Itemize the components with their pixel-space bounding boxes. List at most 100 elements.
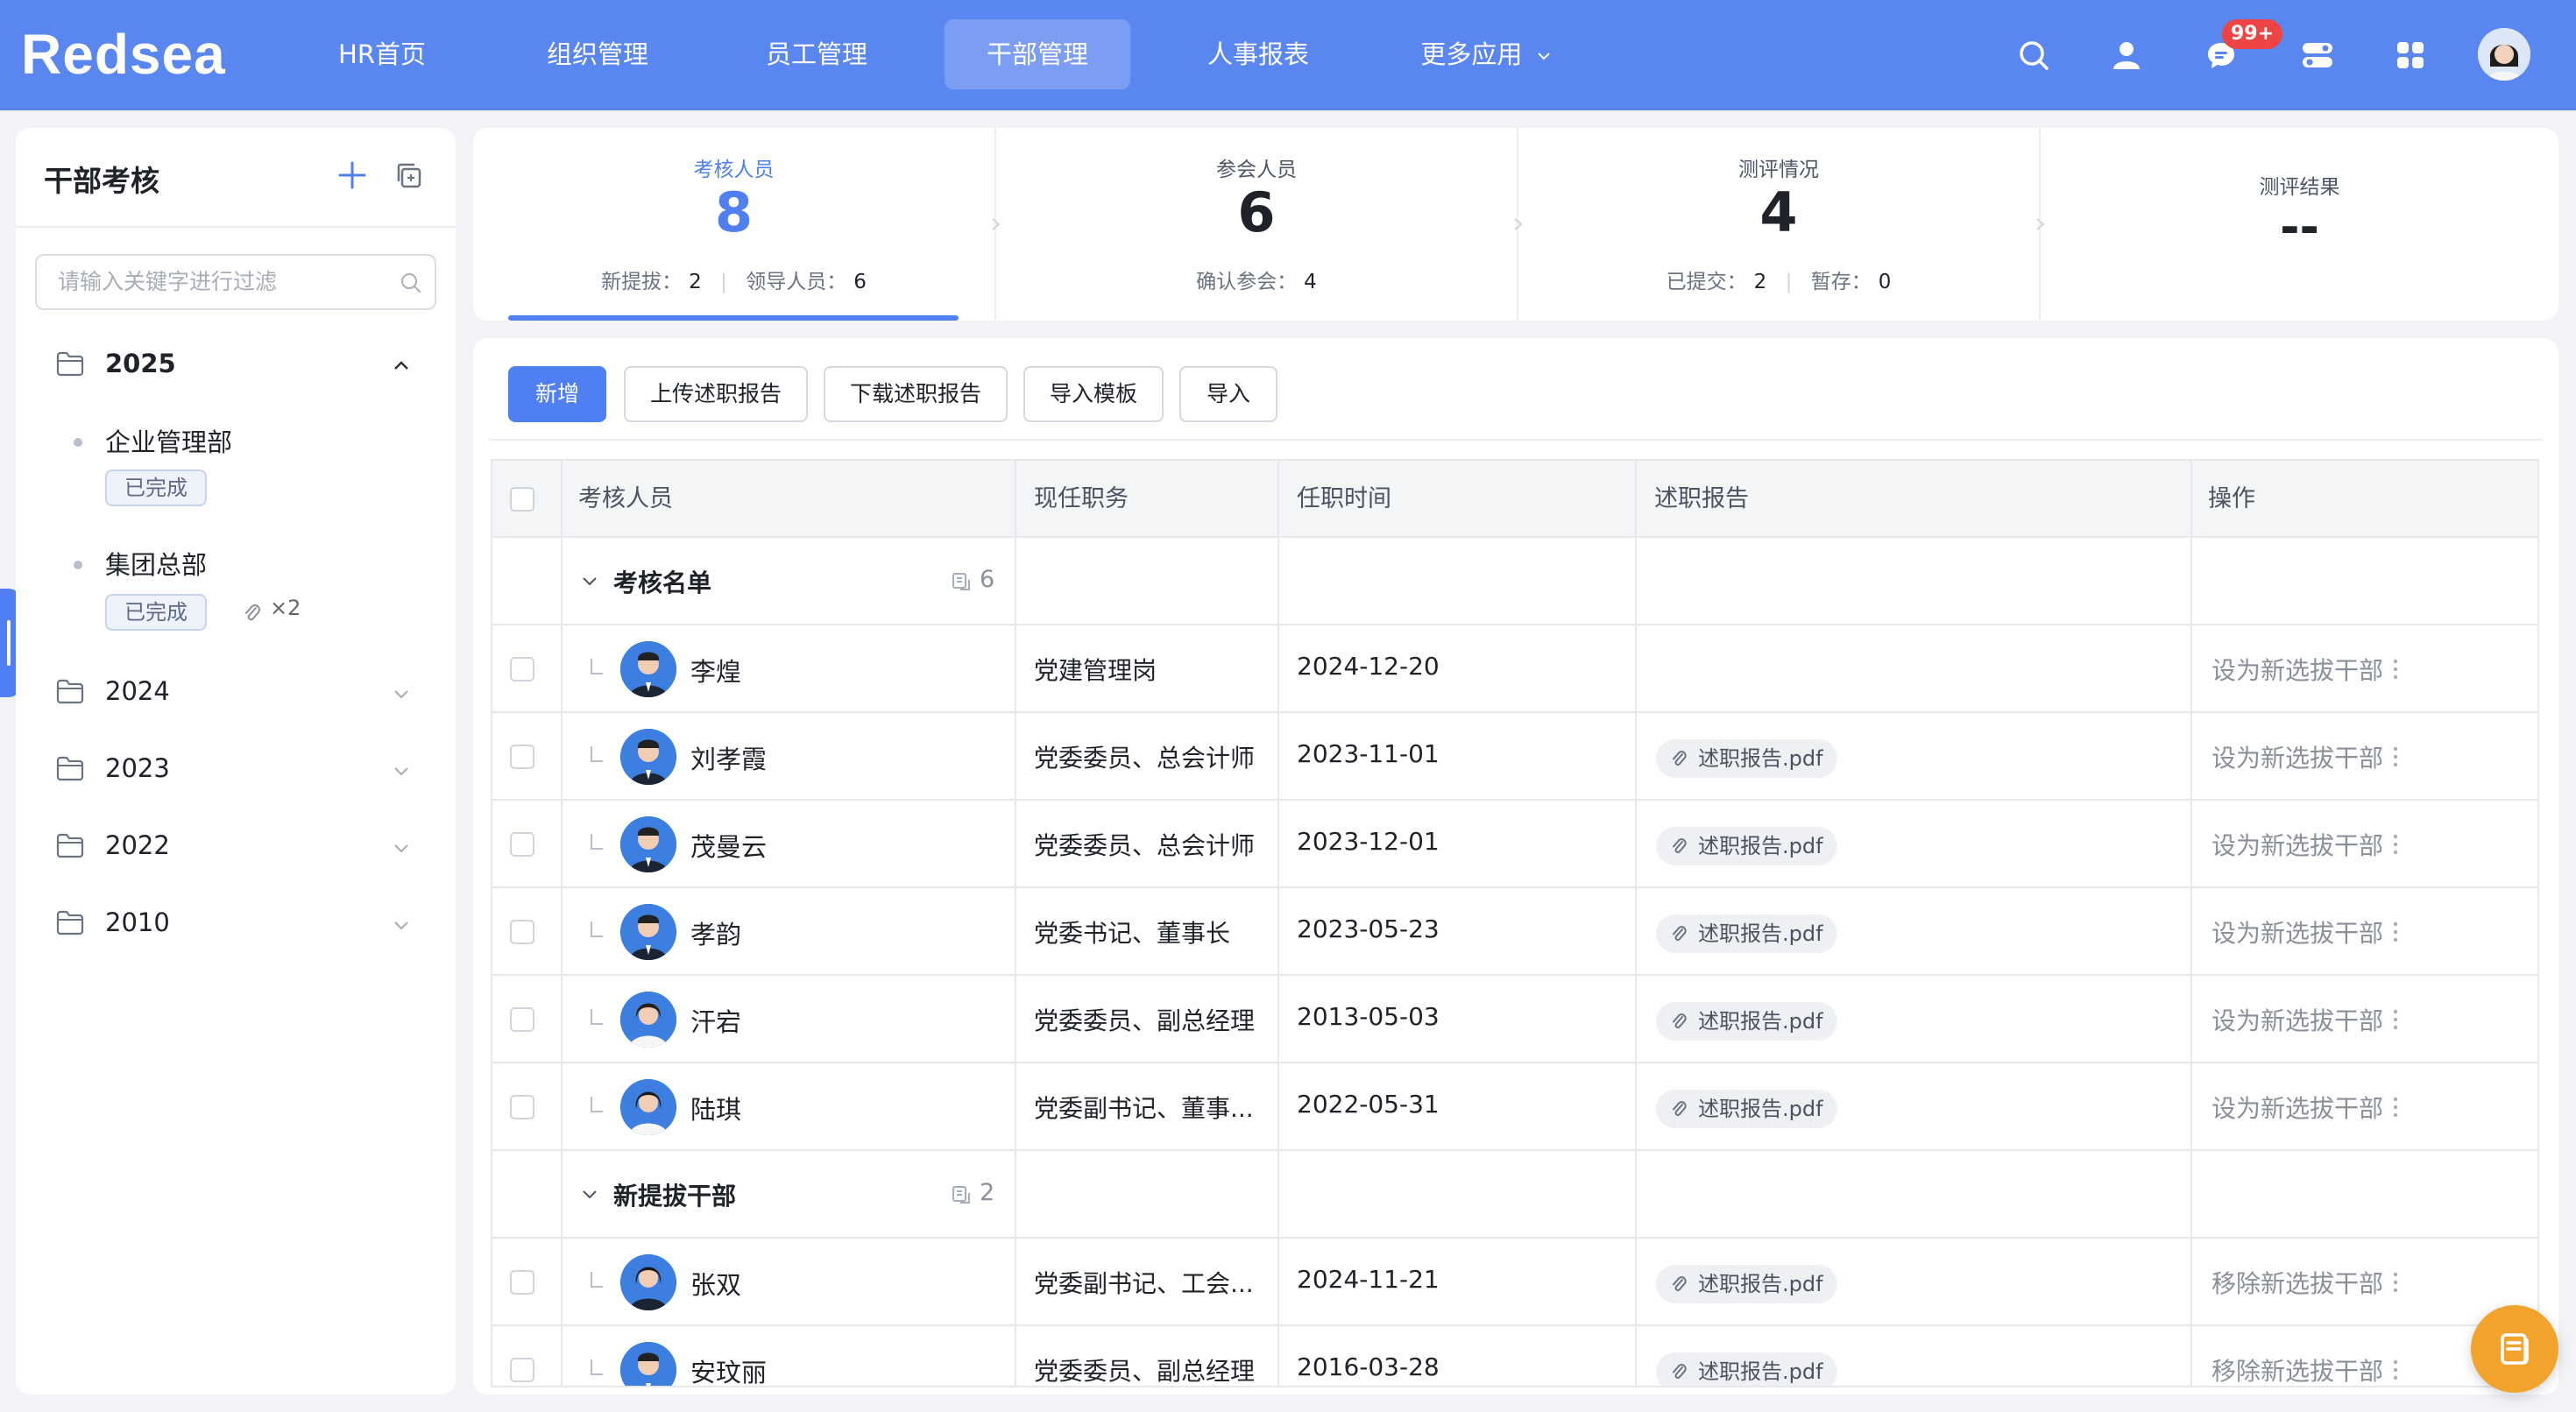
report-file-chip[interactable]: 述职报告.pdf [1656, 1002, 1837, 1041]
import-template-button[interactable]: 导入模板 [1023, 366, 1164, 422]
stat-evaluation-status[interactable]: 测评情况 4 已提交： 2 | 暂存： 0 [1518, 128, 2039, 321]
set-new-cadre-link[interactable]: 设为新选拔干部 [2212, 652, 2383, 687]
nav-hr-home[interactable]: HR首页 [315, 19, 449, 89]
tree-year-2022[interactable]: 2022 [56, 820, 424, 872]
copy-icon[interactable] [391, 158, 426, 193]
tree-dept-group-hq[interactable]: 集团总部 [105, 545, 207, 582]
row-checkbox[interactable] [510, 657, 534, 681]
row-checkbox[interactable] [510, 1095, 534, 1119]
set-new-cadre-link[interactable]: 设为新选拔干部 [2212, 1090, 2383, 1125]
report-file-chip[interactable]: 述职报告.pdf [1656, 739, 1837, 778]
more-vertical-icon[interactable] [2392, 657, 2399, 681]
column-header-actions[interactable]: 操作 [2208, 461, 2255, 538]
avatar [620, 729, 676, 785]
more-vertical-icon[interactable] [2392, 1095, 2399, 1119]
person-name[interactable]: 茂曼云 [690, 827, 767, 864]
remove-new-cadre-link[interactable]: 移除新选拔干部 [2212, 1265, 2383, 1300]
column-header-report[interactable]: 述职报告 [1654, 461, 1749, 538]
row-checkbox[interactable] [510, 745, 534, 769]
add-button[interactable]: 新增 [508, 366, 606, 422]
tree-year-2024[interactable]: 2024 [56, 666, 424, 718]
set-new-cadre-link[interactable]: 设为新选拔干部 [2212, 827, 2383, 862]
table-row[interactable]: 刘孝霞 党委委员、总会计师 2023-11-01 述职报告.pdf 设为新选拔干… [492, 713, 2537, 801]
report-file-chip[interactable]: 述职报告.pdf [1656, 914, 1837, 953]
report-file-name: 述职报告.pdf [1698, 921, 1823, 946]
download-report-button[interactable]: 下载述职报告 [824, 366, 1008, 422]
chevron-down-icon[interactable] [391, 837, 412, 858]
set-new-cadre-link[interactable]: 设为新选拔干部 [2212, 1002, 2383, 1037]
more-vertical-icon[interactable] [2392, 1007, 2399, 1032]
paperclip-icon [1673, 838, 1687, 853]
table-row[interactable]: 安玟丽 党委委员、副总经理 2016-03-28 述职报告.pdf 移除新选拔干… [492, 1326, 2537, 1386]
more-vertical-icon[interactable] [2392, 920, 2399, 944]
stat-evaluation-result[interactable]: 测评结果 -- [2041, 128, 2558, 321]
row-checkbox[interactable] [510, 1007, 534, 1032]
report-file-chip[interactable]: 述职报告.pdf [1656, 1352, 1837, 1386]
column-header-position[interactable]: 现任职务 [1034, 461, 1129, 538]
more-vertical-icon[interactable] [2392, 745, 2399, 769]
chevron-down-icon[interactable] [391, 914, 412, 935]
chevron-down-icon[interactable] [580, 1184, 599, 1204]
sidebar-search-input[interactable] [56, 256, 389, 307]
group-row-assessment-list[interactable]: 考核名单 6 [492, 538, 2537, 625]
table-row[interactable]: 陆琪 党委副书记、董事... 2022-05-31 述职报告.pdf 设为新选拔… [492, 1063, 2537, 1151]
nav-more-apps[interactable]: 更多应用 [1419, 19, 1553, 89]
user-avatar[interactable] [2478, 28, 2530, 81]
search-icon[interactable] [2012, 33, 2056, 77]
column-header-tenure-date[interactable]: 任职时间 [1297, 461, 1391, 538]
report-file-chip[interactable]: 述职报告.pdf [1656, 827, 1837, 865]
table-header: 考核人员 现任职务 任职时间 述职报告 操作 [492, 461, 2537, 538]
more-vertical-icon[interactable] [2392, 1270, 2399, 1295]
table-row[interactable]: 李煌 党建管理岗 2024-12-20 设为新选拔干部 [492, 625, 2537, 713]
person-name[interactable]: 汗宕 [690, 1002, 741, 1039]
table-row[interactable]: 张双 党委副书记、工会... 2024-11-21 述职报告.pdf 移除新选拔… [492, 1239, 2537, 1326]
tree-year-2023[interactable]: 2023 [56, 743, 424, 795]
table-row[interactable]: 汗宕 党委委员、副总经理 2013-05-03 述职报告.pdf 设为新选拔干部 [492, 976, 2537, 1063]
person-name[interactable]: 安玟丽 [690, 1352, 767, 1386]
redsea-logo[interactable]: Redsea [21, 25, 259, 82]
plus-icon[interactable] [331, 154, 373, 196]
row-checkbox[interactable] [510, 1358, 534, 1382]
nav-cadre-management[interactable]: 干部管理 [945, 19, 1130, 89]
nav-org-management[interactable]: 组织管理 [531, 19, 664, 89]
table-row[interactable]: 孝韵 党委书记、董事长 2023-05-23 述职报告.pdf 设为新选拔干部 [492, 888, 2537, 976]
person-name[interactable]: 刘孝霞 [690, 739, 767, 776]
chevron-down-icon[interactable] [580, 571, 599, 590]
toggle-settings-icon[interactable] [2296, 33, 2339, 77]
tree-dept-enterprise-management[interactable]: 企业管理部 [105, 422, 232, 459]
apps-grid-icon[interactable] [2388, 33, 2432, 77]
set-new-cadre-link[interactable]: 设为新选拔干部 [2212, 914, 2383, 950]
tree-year-2010[interactable]: 2010 [56, 897, 424, 950]
column-header-assessee[interactable]: 考核人员 [578, 461, 673, 538]
person-name[interactable]: 陆琪 [690, 1090, 741, 1126]
report-file-chip[interactable]: 述职报告.pdf [1656, 1265, 1837, 1303]
chevron-down-icon[interactable] [391, 760, 412, 781]
folder-icon [56, 756, 84, 781]
upload-report-button[interactable]: 上传述职报告 [624, 366, 808, 422]
chevron-down-icon[interactable] [391, 683, 412, 704]
paperclip-icon [1673, 1101, 1687, 1116]
table-row[interactable]: 茂曼云 党委委员、总会计师 2023-12-01 述职报告.pdf 设为新选拔干… [492, 801, 2537, 888]
person-name[interactable]: 孝韵 [690, 914, 741, 951]
row-checkbox[interactable] [510, 832, 534, 857]
person-name[interactable]: 李煌 [690, 652, 741, 688]
report-file-chip[interactable]: 述职报告.pdf [1656, 1090, 1837, 1128]
stat-attendees[interactable]: 参会人员 6 确认参会： 4 [996, 128, 1517, 321]
nav-hr-reports[interactable]: 人事报表 [1192, 19, 1325, 89]
more-vertical-icon[interactable] [2392, 832, 2399, 857]
import-button[interactable]: 导入 [1179, 366, 1277, 422]
chevron-up-icon[interactable] [391, 356, 412, 377]
tree-year-2025[interactable]: 2025 [56, 338, 424, 391]
remove-new-cadre-link[interactable]: 移除新选拔干部 [2212, 1352, 2383, 1386]
group-row-new-cadres[interactable]: 新提拔干部 2 [492, 1151, 2537, 1239]
stat-assessed-staff[interactable]: 考核人员 8 新提拔： 2 | 领导人员： 6 [473, 128, 994, 321]
nav-employee-management[interactable]: 员工管理 [750, 19, 883, 89]
set-new-cadre-link[interactable]: 设为新选拔干部 [2212, 739, 2383, 774]
select-all-checkbox[interactable] [510, 487, 534, 512]
person-name[interactable]: 张双 [690, 1265, 741, 1302]
floating-assistant-button[interactable] [2471, 1305, 2558, 1393]
more-vertical-icon[interactable] [2392, 1358, 2399, 1382]
row-checkbox[interactable] [510, 920, 534, 944]
user-icon[interactable] [2105, 33, 2148, 77]
row-checkbox[interactable] [510, 1270, 534, 1295]
